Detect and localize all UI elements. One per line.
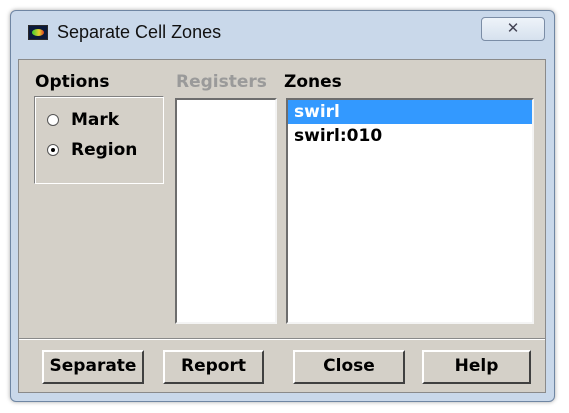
registers-label: Registers — [176, 72, 267, 92]
close-window-button[interactable]: ✕ — [481, 17, 545, 41]
registers-list[interactable] — [175, 98, 277, 324]
dialog-body: Options Mark Region Registers Zones swir… — [18, 59, 546, 393]
button-separator — [19, 338, 545, 340]
title-bar[interactable]: Separate Cell Zones ✕ — [11, 11, 554, 53]
separate-button[interactable]: Separate — [42, 350, 144, 384]
window-title: Separate Cell Zones — [57, 22, 222, 42]
zones-label: Zones — [284, 72, 342, 92]
zones-list[interactable]: swirl swirl:010 — [286, 98, 534, 324]
close-button[interactable]: Close — [293, 350, 405, 384]
zone-item-swirl-010[interactable]: swirl:010 — [288, 124, 532, 148]
app-icon — [28, 25, 48, 40]
report-button[interactable]: Report — [163, 350, 264, 384]
radio-mark-label: Mark — [71, 110, 120, 130]
options-group: Mark Region — [34, 96, 164, 184]
zone-item-swirl[interactable]: swirl — [288, 100, 532, 124]
radio-mark[interactable]: Mark — [47, 108, 119, 132]
radio-region-label: Region — [71, 140, 138, 160]
separate-cell-zones-dialog: Separate Cell Zones ✕ Options Mark Regio… — [10, 10, 555, 402]
options-label: Options — [35, 72, 110, 92]
radio-mark-circle[interactable] — [47, 114, 59, 126]
help-button[interactable]: Help — [422, 350, 531, 384]
radio-region[interactable]: Region — [47, 138, 137, 162]
radio-region-circle[interactable] — [47, 144, 59, 156]
close-icon: ✕ — [506, 20, 520, 37]
